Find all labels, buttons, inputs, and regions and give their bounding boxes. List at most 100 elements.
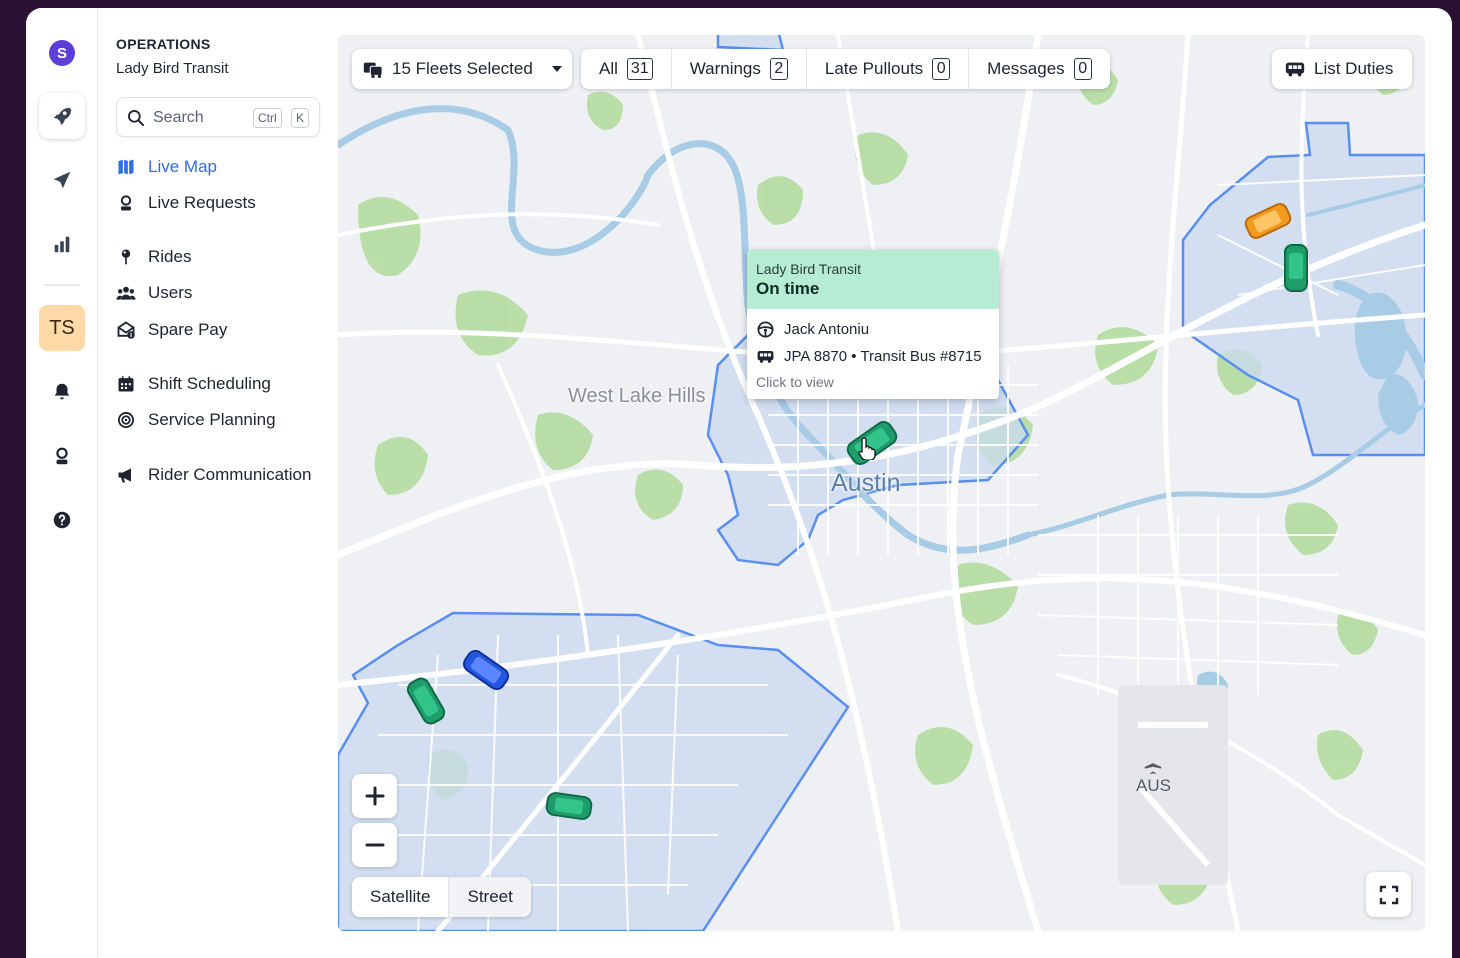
popup-status: On time	[756, 279, 820, 298]
search-placeholder: Search	[153, 109, 204, 126]
filter-label: Messages	[987, 59, 1065, 78]
vehicle-popup[interactable]: Lady Bird Transit On time Jack Antoniu J…	[747, 250, 999, 399]
map-type-toggle: Satellite Street	[352, 877, 531, 917]
filter-label: Warnings	[689, 59, 761, 78]
nav-item-live-map[interactable]: Live Map	[116, 153, 217, 181]
filter-count: 0	[932, 58, 951, 80]
vehicle-marker-green[interactable]	[544, 789, 594, 823]
filter-late-pullouts[interactable]: Late Pullouts 0	[807, 49, 970, 89]
organization-name[interactable]: Lady Bird Transit	[116, 60, 229, 77]
map-type-satellite[interactable]: Satellite	[352, 877, 450, 917]
nav-item-rides[interactable]: Rides	[116, 243, 191, 271]
filter-count: 2	[769, 58, 788, 80]
filter-count: 31	[626, 58, 653, 80]
list-duties-label: List Duties	[1314, 59, 1394, 78]
map-icon	[118, 159, 134, 175]
nav-item-spare-pay[interactable]: Spare Pay	[116, 316, 227, 344]
popup-header: Lady Bird Transit On time	[747, 250, 999, 309]
bar-chart-icon	[54, 236, 70, 253]
icon-rail: S TS	[26, 8, 98, 958]
nav-label: Live Requests	[148, 193, 256, 212]
shortcut-key-k: K	[291, 108, 310, 128]
rail-operations-button[interactable]	[39, 93, 85, 139]
map-label-west-lake-hills: West Lake Hills	[568, 385, 706, 407]
sidebar: OPERATIONS Lady Bird Transit Search Ctrl…	[98, 8, 338, 958]
envelope-money-icon	[117, 321, 135, 339]
nav-item-users[interactable]: Users	[116, 279, 192, 307]
bus-icon	[757, 350, 774, 363]
nav-label: Rides	[148, 247, 192, 266]
vehicle-marker-blue[interactable]	[458, 647, 514, 693]
vehicle-filter-tabs: All 31 Warnings 2 Late Pullouts 0 Messages 0	[581, 49, 1110, 89]
bus-icon	[1285, 62, 1305, 77]
help-icon	[53, 511, 71, 529]
nav-label: Live Map	[148, 157, 217, 176]
nav-label: Service Planning	[148, 410, 276, 429]
steering-wheel-icon	[757, 321, 774, 338]
list-duties-button[interactable]: List Duties	[1272, 49, 1412, 89]
rail-analytics-button[interactable]	[39, 221, 85, 267]
fullscreen-icon	[1379, 885, 1398, 904]
filter-count: 0	[1073, 58, 1092, 80]
plus-icon	[365, 786, 384, 806]
calendar-icon	[118, 376, 134, 392]
nav-item-service-planning[interactable]: Service Planning	[116, 406, 276, 434]
fleet-selector-dropdown[interactable]: 15 Fleets Selected	[352, 49, 572, 89]
airplane-icon	[1144, 755, 1162, 775]
nav-label: Rider Communication	[148, 465, 312, 484]
users-icon	[116, 286, 136, 300]
rail-divider	[44, 284, 80, 286]
popup-organization: Lady Bird Transit	[756, 261, 862, 277]
nav-item-rider-communication[interactable]: Rider Communication	[116, 461, 311, 489]
rocket-icon	[53, 107, 72, 126]
paper-plane-icon	[53, 171, 71, 189]
map-type-street[interactable]: Street	[449, 877, 531, 917]
vehicle-marker-green[interactable]	[1282, 243, 1310, 293]
target-icon	[118, 412, 134, 428]
vehicle-marker-green[interactable]	[400, 674, 452, 728]
megaphone-icon	[118, 468, 131, 483]
rail-notifications-button[interactable]	[39, 369, 85, 415]
popup-vehicle-info: JPA 8870 • Transit Bus #8715	[784, 348, 982, 365]
map-label-austin: Austin	[831, 469, 901, 497]
map-pin-icon	[121, 249, 131, 265]
popup-hint: Click to view	[756, 374, 834, 390]
popup-vehicle-row: JPA 8870 • Transit Bus #8715	[756, 347, 982, 366]
search-input[interactable]: Search Ctrl K	[116, 97, 320, 137]
shortcut-key-ctrl: Ctrl	[253, 108, 282, 128]
popup-driver-name: Jack Antoniu	[784, 321, 870, 338]
bell-icon	[54, 383, 70, 400]
agent-icon	[56, 447, 68, 465]
live-map[interactable]: West Lake Hills Austin AUS 15 Fleets Sel…	[338, 35, 1425, 931]
popup-driver-row: Jack Antoniu	[756, 320, 869, 339]
filter-label: All	[599, 59, 618, 78]
rail-messaging-button[interactable]	[39, 157, 85, 203]
filter-messages[interactable]: Messages 0	[969, 49, 1109, 89]
filter-label: Late Pullouts	[824, 59, 924, 78]
map-label-airport: AUS	[1136, 776, 1171, 795]
filter-all[interactable]: All 31	[581, 49, 672, 89]
nav-item-shift-scheduling[interactable]: Shift Scheduling	[116, 370, 271, 398]
rail-support-button[interactable]	[39, 433, 85, 479]
minus-icon	[365, 843, 384, 847]
rail-help-button[interactable]	[39, 497, 85, 543]
avatar[interactable]: TS	[39, 305, 85, 351]
nav-item-live-requests[interactable]: Live Requests	[116, 189, 256, 217]
caret-down-icon	[552, 66, 562, 72]
nav-label: Users	[148, 283, 193, 302]
spare-logo[interactable]: S	[49, 40, 75, 66]
section-eyebrow: OPERATIONS	[116, 36, 211, 52]
agent-icon	[120, 195, 132, 211]
search-icon	[128, 110, 145, 127]
vehicle-marker-orange[interactable]	[1241, 203, 1295, 239]
zoom-out-button[interactable]	[352, 823, 397, 867]
fleet-icon	[363, 62, 383, 78]
fleet-selector-label: 15 Fleets Selected	[392, 59, 533, 78]
zoom-in-button[interactable]	[352, 774, 397, 818]
nav-label: Shift Scheduling	[148, 374, 271, 393]
nav-label: Spare Pay	[148, 320, 228, 339]
hand-cursor-icon	[858, 437, 876, 460]
filter-warnings[interactable]: Warnings 2	[672, 49, 807, 89]
app-window: S TS OPERATIONS Lady Bird Transit Search…	[26, 8, 1452, 958]
fullscreen-button[interactable]	[1366, 872, 1411, 917]
